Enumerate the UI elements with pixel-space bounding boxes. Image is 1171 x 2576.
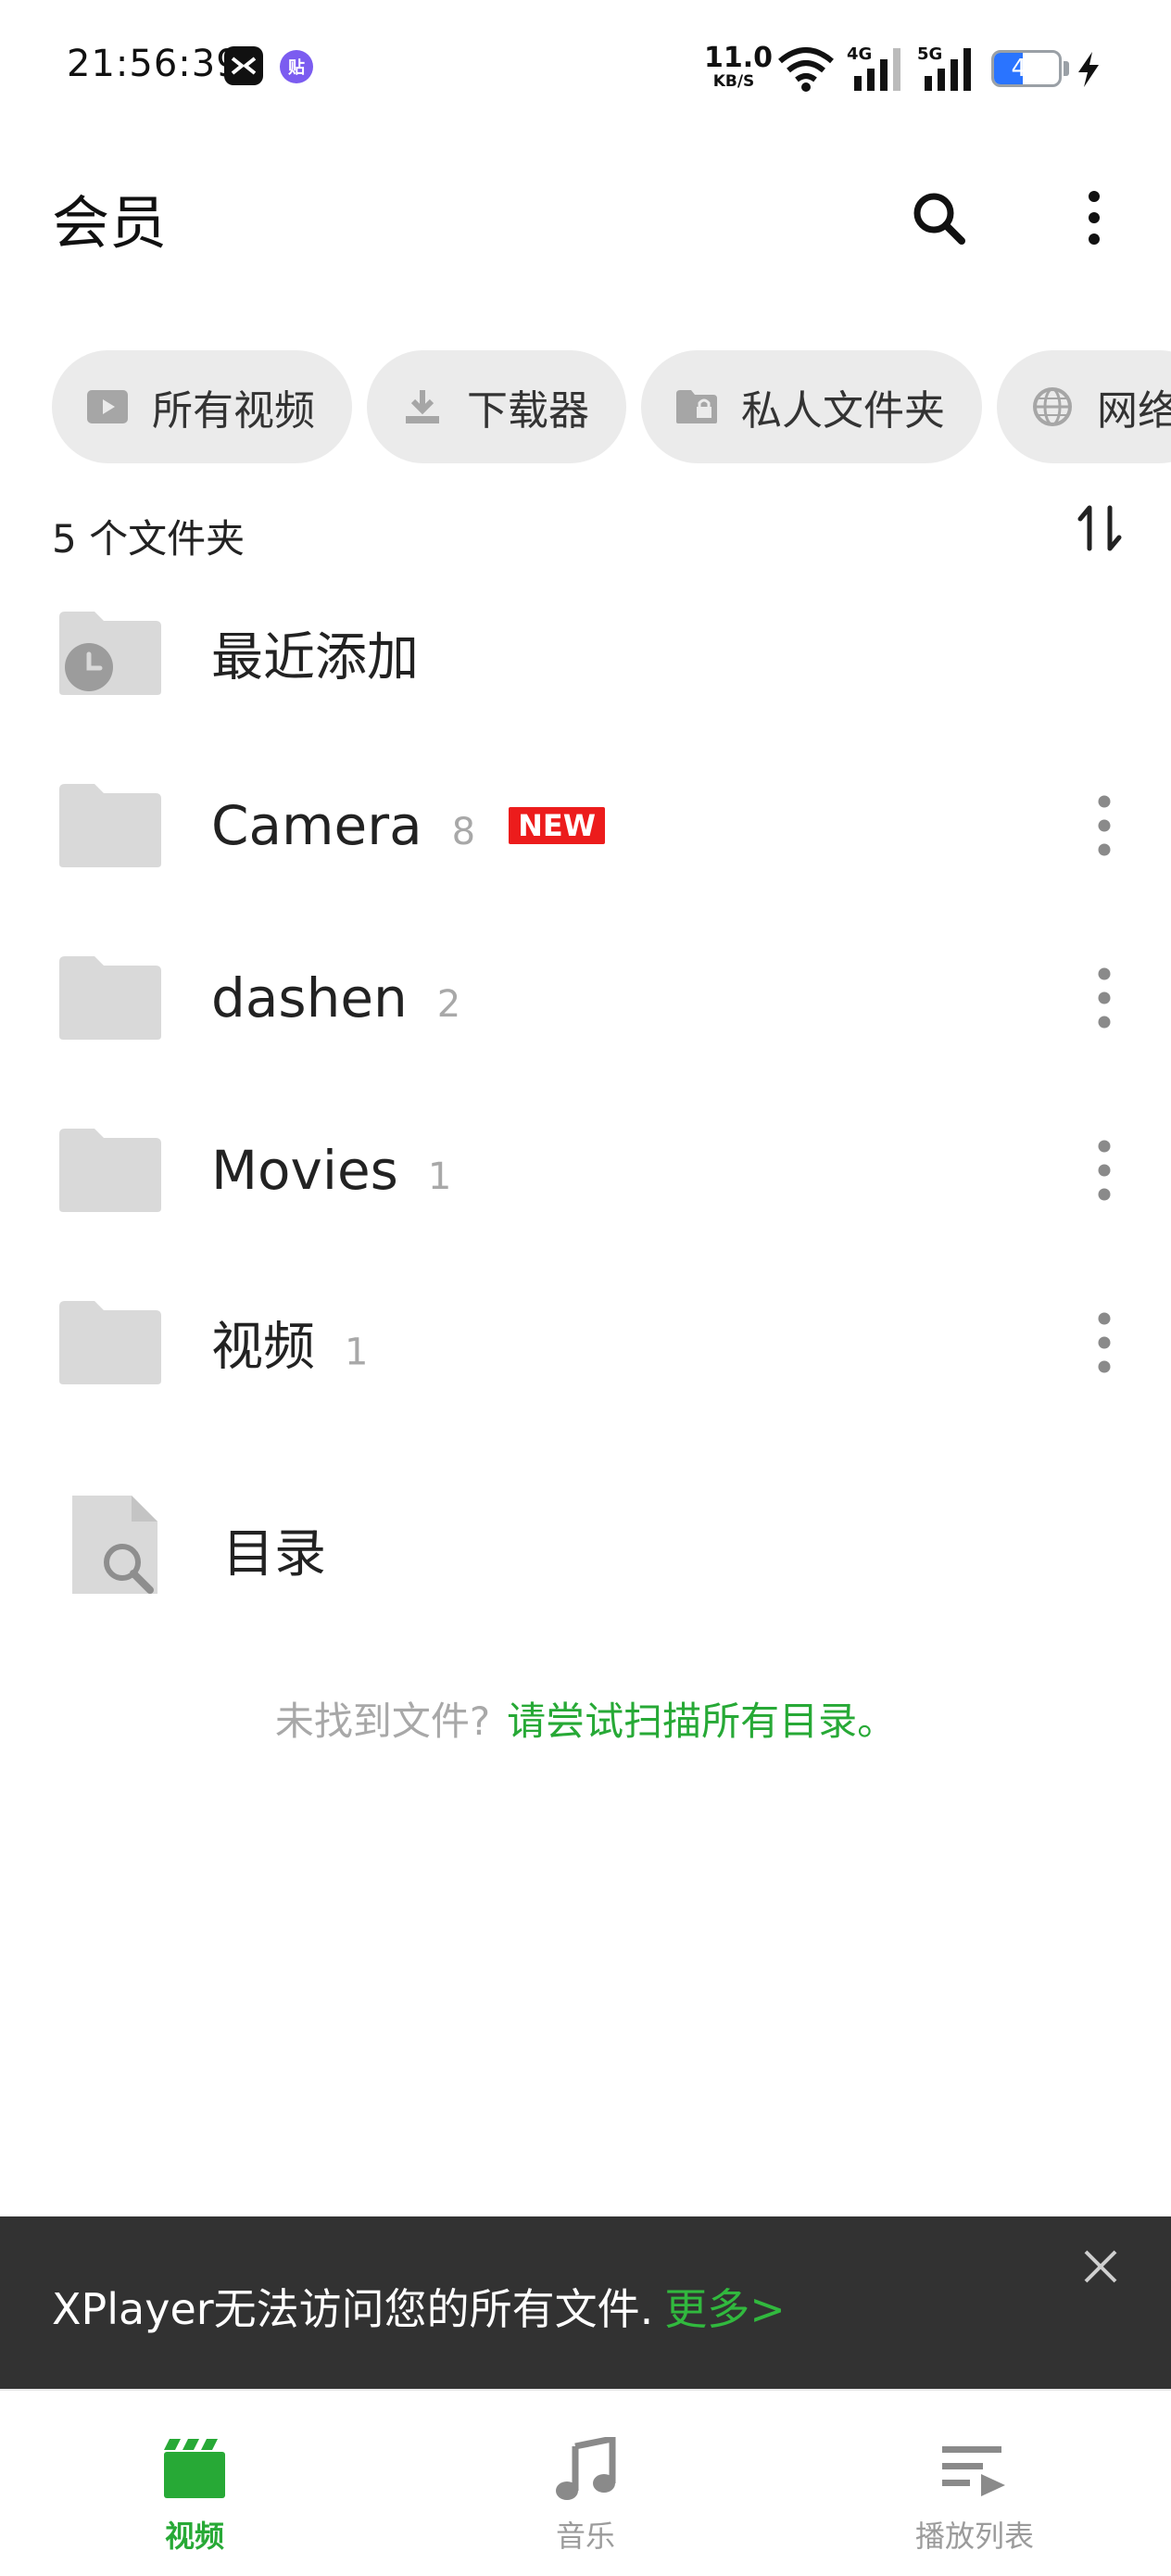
folder-icon xyxy=(59,784,161,867)
snackbar-more-link[interactable]: 更多> xyxy=(664,2284,786,2334)
signal-5g-label: 5G xyxy=(917,44,942,64)
nav-label: 音乐 xyxy=(555,2519,615,2554)
folder-name-text: Movies xyxy=(211,1139,398,1202)
signal-4g-label: 4G xyxy=(847,44,872,64)
notification-app-icon: 贴 xyxy=(280,50,313,83)
chip-downloader[interactable]: 下载器 xyxy=(367,350,626,463)
nav-tab-playlist[interactable]: 播放列表 xyxy=(836,2391,1114,2576)
battery-level: 44 xyxy=(1011,55,1042,82)
network-speed-value: 11.0 xyxy=(704,42,774,74)
search-button[interactable] xyxy=(897,176,980,259)
folder-name: 视频 1 xyxy=(211,1306,368,1381)
folder-item-count: 1 xyxy=(345,1331,369,1374)
chip-label: 所有视频 xyxy=(152,387,315,435)
folder-row-dashen[interactable]: dashen 2 xyxy=(0,912,1171,1084)
wifi-icon xyxy=(778,47,834,92)
status-bar: 21:56:39 贴 11.0 KB/S 4G 5G 44 xyxy=(0,0,1171,139)
chip-label: 网络 xyxy=(1097,387,1171,435)
page-title: 会员 xyxy=(52,189,168,257)
file-search-icon xyxy=(72,1496,157,1594)
folder-item-count: 2 xyxy=(436,983,461,1026)
capcut-icon xyxy=(224,46,263,85)
folder-icon xyxy=(59,1129,161,1212)
folder-row-camera[interactable]: Camera 8 NEW xyxy=(0,739,1171,912)
folder-name-text: Camera xyxy=(211,794,422,857)
more-vertical-icon[interactable] xyxy=(1086,793,1123,858)
folder-row-movies[interactable]: Movies 1 xyxy=(0,1084,1171,1256)
chip-label: 私人文件夹 xyxy=(741,387,945,435)
filter-chips: 所有视频 下载器 私人文件夹 网络 xyxy=(52,350,1171,463)
lock-folder-icon xyxy=(674,385,719,429)
nav-tab-videos[interactable]: 视频 xyxy=(56,2391,334,2576)
network-speed: 11.0 KB/S xyxy=(704,42,774,91)
new-badge: NEW xyxy=(509,807,606,844)
music-note-icon xyxy=(556,2437,616,2500)
folder-icon xyxy=(59,1301,161,1384)
more-vertical-icon[interactable] xyxy=(1086,1138,1123,1203)
directory-row[interactable]: 目录 xyxy=(0,1479,1171,1609)
snackbar-message: XPlayer无法访问您的所有文件. xyxy=(52,2284,654,2334)
bottom-navigation: 视频 音乐 播放列表 xyxy=(0,2389,1171,2576)
folder-count-label: 5 个文件夹 xyxy=(52,516,246,562)
video-play-icon xyxy=(85,385,130,429)
folder-name: Camera 8 NEW xyxy=(211,794,606,857)
signal-4g-icon: 4G xyxy=(847,44,900,91)
playlist-icon xyxy=(942,2446,1005,2496)
signal-5g-icon: 5G xyxy=(917,44,971,91)
folder-icon xyxy=(59,956,161,1040)
recent-folder-icon xyxy=(59,612,161,695)
chip-private-folder[interactable]: 私人文件夹 xyxy=(641,350,982,463)
sort-icon xyxy=(1077,505,1122,551)
hint-question: 未找到文件? xyxy=(274,1698,491,1744)
battery-icon: 44 xyxy=(991,50,1062,87)
close-icon[interactable] xyxy=(1078,2244,1123,2289)
search-icon xyxy=(913,193,965,245)
nav-label: 播放列表 xyxy=(914,2519,1034,2554)
folder-name: dashen 2 xyxy=(211,966,460,1029)
nav-label: 视频 xyxy=(164,2519,224,2554)
folder-name-text: 视频 xyxy=(211,1317,315,1378)
folder-name: Movies 1 xyxy=(211,1139,451,1202)
network-speed-unit: KB/S xyxy=(712,72,755,91)
folder-row-videos[interactable]: 视频 1 xyxy=(0,1256,1171,1429)
folder-row-recent[interactable]: 最近添加 xyxy=(0,567,1171,739)
sort-button[interactable] xyxy=(1075,500,1127,556)
clapperboard-icon xyxy=(164,2439,225,2498)
status-time: 21:56:39 xyxy=(67,43,241,85)
battery-cap xyxy=(1064,61,1069,76)
directory-label: 目录 xyxy=(222,1524,326,1585)
folder-name-text: 最近添加 xyxy=(211,627,419,688)
globe-icon xyxy=(1030,385,1075,429)
overflow-menu-button[interactable] xyxy=(1052,176,1136,259)
more-vertical-icon[interactable] xyxy=(1086,1310,1123,1375)
chip-all-videos[interactable]: 所有视频 xyxy=(52,350,352,463)
more-vertical-icon xyxy=(1089,191,1100,245)
permission-snackbar: XPlayer无法访问您的所有文件. 更多> xyxy=(0,2216,1171,2389)
folder-item-count: 1 xyxy=(427,1155,452,1198)
snackbar-message-wrap: XPlayer无法访问您的所有文件. 更多> xyxy=(52,2276,786,2337)
folder-name-text: dashen xyxy=(211,966,408,1029)
charging-bolt-icon xyxy=(1078,52,1099,87)
chip-network[interactable]: 网络 xyxy=(997,350,1171,463)
folder-item-count: 8 xyxy=(451,811,476,853)
scan-all-directories-link[interactable]: 请尝试扫描所有目录。 xyxy=(507,1698,896,1744)
scan-hint: 未找到文件? 请尝试扫描所有目录。 xyxy=(0,1690,1171,1747)
chip-label: 下载器 xyxy=(467,387,589,435)
nav-tab-music[interactable]: 音乐 xyxy=(447,2391,724,2576)
more-vertical-icon[interactable] xyxy=(1086,966,1123,1030)
folder-name: 最近添加 xyxy=(211,616,419,691)
download-icon xyxy=(400,385,445,429)
